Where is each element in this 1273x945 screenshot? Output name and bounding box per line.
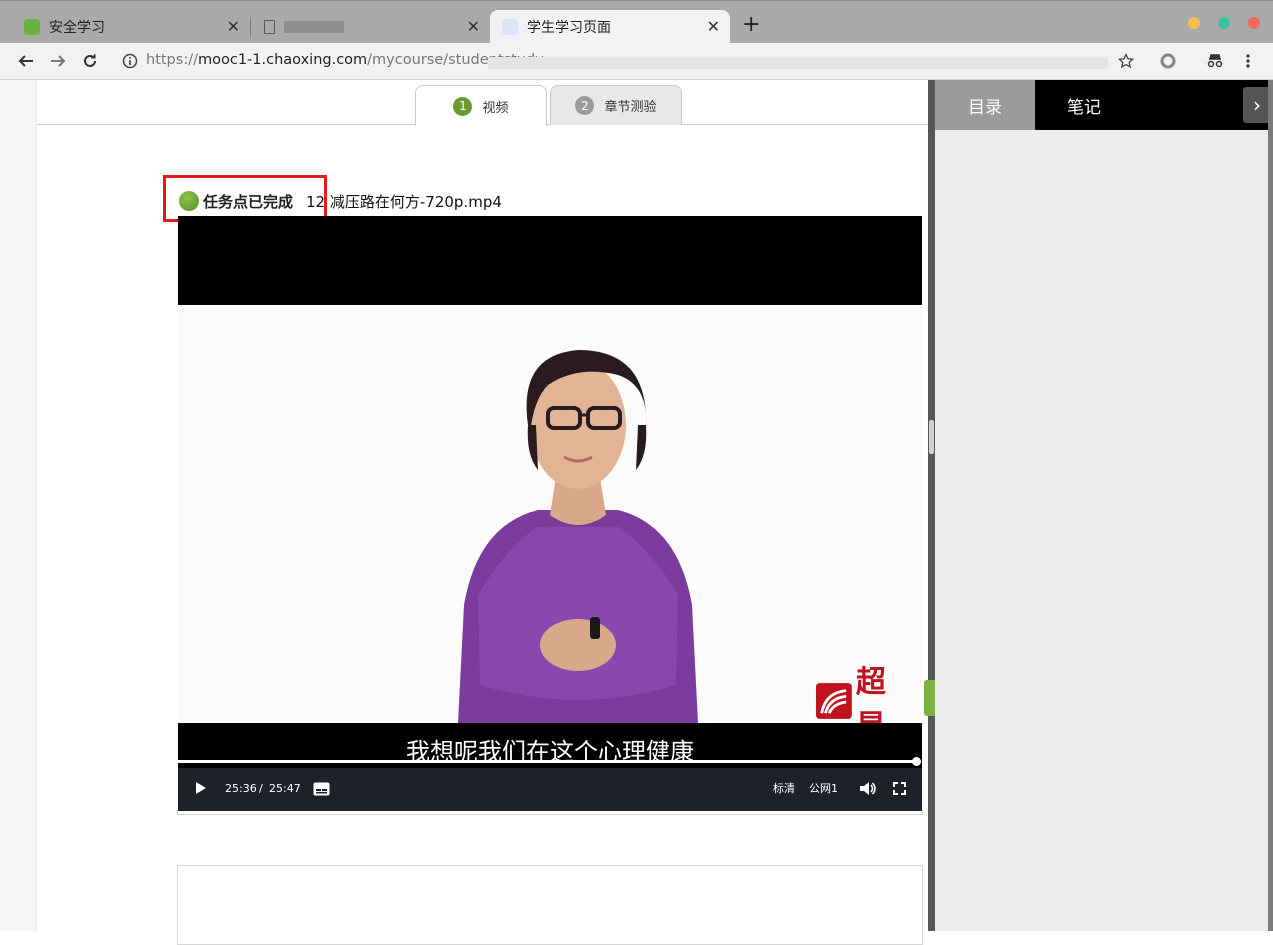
blurred-url-tail bbox=[488, 57, 1108, 69]
page: 1 视频 2 章节测验 任务点已完成 12 减压路在何方-720p.mp4 超 … bbox=[0, 80, 1273, 945]
browser-tab-1[interactable]: 安全学习 ✕ bbox=[0, 10, 250, 44]
right-sidebar: 目录 笔记 › bbox=[935, 80, 1273, 931]
time-separator: / bbox=[259, 782, 263, 795]
player-frame bbox=[177, 810, 923, 815]
browser-tab-2[interactable]: ✕ bbox=[250, 10, 490, 44]
address-bar[interactable]: https://mooc1-1.chaoxing.com/mycourse/st… bbox=[146, 52, 544, 68]
subtitles-icon[interactable] bbox=[313, 782, 330, 802]
extension-icon[interactable] bbox=[1158, 51, 1178, 71]
video-player[interactable]: 超星 我想呢我们在这个心理健康 25:36 / 25:47 标清 公网1 bbox=[178, 216, 922, 811]
menu-icon[interactable] bbox=[1238, 51, 1258, 71]
tab-favicon-icon bbox=[24, 19, 40, 35]
player-controls: 25:36 / 25:47 标清 公网1 bbox=[178, 768, 922, 811]
browser-tab-3-active[interactable]: 学生学习页面 ✕ bbox=[490, 10, 730, 44]
tab-number-badge: 1 bbox=[453, 96, 473, 116]
info-icon[interactable] bbox=[120, 51, 140, 71]
close-tab-icon[interactable]: ✕ bbox=[467, 19, 480, 35]
close-tab-icon[interactable]: ✕ bbox=[227, 19, 240, 35]
progress-handle[interactable] bbox=[912, 757, 921, 766]
tab-catalog[interactable]: 目录 bbox=[935, 80, 1035, 130]
current-time: 25:36 bbox=[225, 782, 257, 795]
highlight-box bbox=[163, 175, 327, 222]
close-tab-icon[interactable]: ✕ bbox=[707, 19, 720, 35]
tab-number-badge: 2 bbox=[575, 96, 595, 115]
star-icon[interactable] bbox=[1116, 51, 1136, 71]
quality-button[interactable]: 标清 bbox=[773, 780, 795, 798]
incognito-icon[interactable] bbox=[1205, 51, 1225, 71]
close-window-icon[interactable] bbox=[1248, 17, 1260, 29]
browser-tab-title: 安全学习 bbox=[49, 20, 105, 36]
chaoxing-logo: 超星 bbox=[816, 665, 920, 723]
url-host: mooc1-1.chaoxing.com bbox=[197, 52, 368, 68]
line-select-button[interactable]: 公网1 bbox=[809, 780, 838, 798]
tab-label: 章节测验 bbox=[604, 100, 657, 115]
panel-divider[interactable] bbox=[928, 80, 935, 931]
maximize-window-icon[interactable] bbox=[1218, 17, 1230, 29]
chevron-right-icon[interactable]: › bbox=[1243, 87, 1271, 123]
duration: 25:47 bbox=[269, 782, 301, 795]
lecturer-image bbox=[178, 305, 922, 723]
tab-chapter-quiz[interactable]: 2 章节测验 bbox=[550, 85, 682, 125]
window-right-edge bbox=[1268, 80, 1273, 931]
study-content: 1 视频 2 章节测验 任务点已完成 12 减压路在何方-720p.mp4 超 … bbox=[37, 80, 928, 945]
new-tab-button[interactable]: + bbox=[742, 14, 760, 36]
minimize-window-icon[interactable] bbox=[1188, 17, 1200, 29]
blurred-tab-title bbox=[284, 21, 344, 33]
progress-bar[interactable] bbox=[178, 760, 917, 763]
tab-video[interactable]: 1 视频 bbox=[415, 85, 547, 126]
tab-favicon-icon bbox=[502, 19, 518, 35]
tab-notes[interactable]: 笔记 bbox=[1035, 80, 1133, 130]
volume-icon[interactable] bbox=[859, 781, 876, 802]
sidebar-header: 目录 笔记 › bbox=[935, 80, 1273, 130]
drag-handle-icon[interactable] bbox=[929, 420, 934, 454]
browser-tab-bar: 安全学习 ✕ ✕ 学生学习页面 ✕ + bbox=[0, 0, 1273, 44]
video-file-name: 12 减压路在何方-720p.mp4 bbox=[306, 192, 502, 211]
logo-text: 超星 bbox=[855, 665, 890, 723]
play-icon[interactable] bbox=[195, 781, 207, 801]
browser-tab-title: 学生学习页面 bbox=[527, 20, 611, 36]
next-content-box bbox=[177, 865, 923, 945]
tab-label: 视频 bbox=[482, 100, 509, 116]
collapse-handle-icon[interactable] bbox=[924, 680, 935, 716]
back-arrow-icon[interactable] bbox=[16, 51, 36, 71]
forward-arrow-icon[interactable] bbox=[48, 51, 68, 71]
fullscreen-icon[interactable] bbox=[893, 782, 906, 801]
reload-icon[interactable] bbox=[80, 51, 100, 71]
document-icon bbox=[264, 20, 275, 34]
left-gutter bbox=[0, 80, 37, 931]
url-scheme: https:// bbox=[146, 52, 198, 68]
browser-toolbar: https://mooc1-1.chaoxing.com/mycourse/st… bbox=[0, 43, 1273, 80]
video-frame[interactable]: 超星 bbox=[178, 305, 922, 723]
